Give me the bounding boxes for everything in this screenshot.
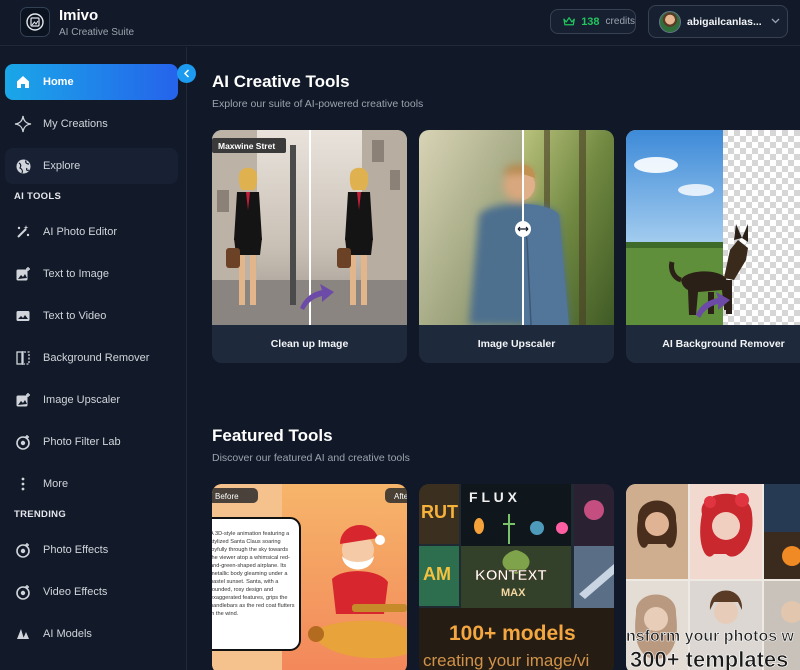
main-content: AI Creative Tools Explore our suite of A… xyxy=(188,47,800,670)
sidebar-item-label: Explore xyxy=(43,160,81,172)
sidebar-item-home[interactable]: Home xyxy=(5,64,178,100)
sidebar-item-label: Image Upscaler xyxy=(43,394,121,406)
templates-headline: nsform your photos w xyxy=(626,628,795,645)
svg-text:AM: AM xyxy=(423,564,451,584)
filter-icon xyxy=(13,582,33,602)
sidebar-item-label: AI Photo Editor xyxy=(43,226,117,238)
chevron-down-icon xyxy=(771,16,780,27)
crown-icon xyxy=(563,17,575,26)
sidebar-item-more[interactable]: More xyxy=(5,466,178,502)
credits-label: credits xyxy=(605,16,635,27)
username: abigailcanlas... xyxy=(687,15,761,28)
sidebar: Home My Creations Explore AI TOOLS AI Ph… xyxy=(0,47,187,670)
section-label-trending: TRENDING xyxy=(14,509,67,520)
max-text: MAX xyxy=(501,587,526,599)
video-icon xyxy=(13,306,33,326)
section-label-ai-tools: AI TOOLS xyxy=(14,191,62,202)
tool-card-clean-up-image[interactable]: Maxwine Stret Clean up Image xyxy=(212,130,407,363)
templates-subtext: 300+ templates xyxy=(630,647,788,670)
globe-icon xyxy=(13,156,33,176)
sidebar-item-label: Video Effects xyxy=(43,586,108,598)
sidebar-item-label: My Creations xyxy=(43,118,108,130)
models-headline: 100+ models xyxy=(449,622,576,645)
sidebar-item-explore[interactable]: Explore xyxy=(5,148,178,184)
top-header: Imivo AI Creative Suite 138 credits abig… xyxy=(0,0,800,46)
sidebar-item-photo-filter-lab[interactable]: Photo Filter Lab xyxy=(5,424,178,460)
app-name[interactable]: Imivo xyxy=(59,7,98,24)
sidebar-item-background-remover[interactable]: Background Remover xyxy=(5,340,178,376)
sidebar-item-my-creations[interactable]: My Creations xyxy=(5,106,178,142)
featured-card-models[interactable]: RUT F L U X AM KONTEXT MAX 100+ models c… xyxy=(419,484,614,670)
tool-card-image-upscaler[interactable]: Image Upscaler xyxy=(419,130,614,363)
sidebar-item-label: Text to Image xyxy=(43,268,110,280)
after-label: After xyxy=(394,492,407,501)
sidebar-item-ai-models[interactable]: AI Models xyxy=(5,616,178,652)
sidebar-item-video-effects[interactable]: Video Effects xyxy=(5,574,178,610)
models-subtext: creating your image/vi xyxy=(423,651,589,670)
filter-icon xyxy=(13,540,33,560)
sidebar-item-label: Text to Video xyxy=(43,310,107,322)
sidebar-item-ai-photo-editor[interactable]: AI Photo Editor xyxy=(5,214,178,250)
tool-card-label: AI Background Remover xyxy=(626,325,800,363)
app-subtitle: AI Creative Suite xyxy=(59,27,135,38)
sidebar-item-label: Photo Effects xyxy=(43,544,109,556)
street-sign-text: Maxwine Stret xyxy=(218,141,275,151)
sidebar-item-label: Home xyxy=(43,76,74,88)
sidebar-item-text-to-video[interactable]: Text to Video xyxy=(5,298,178,334)
image-plus-icon xyxy=(13,390,33,410)
featured-card-templates[interactable]: nsform your photos w 300+ templates xyxy=(626,484,800,670)
sidebar-item-label: Photo Filter Lab xyxy=(43,436,121,448)
section-subtitle-creative: Explore our suite of AI-powered creative… xyxy=(212,98,424,110)
collapse-sidebar-button[interactable] xyxy=(177,64,196,83)
section-subtitle-featured: Discover our featured AI and creative to… xyxy=(212,452,410,464)
user-menu-button[interactable]: abigailcanlas... xyxy=(648,5,788,38)
avatar xyxy=(659,10,681,33)
clean-up-image-preview: Maxwine Stret xyxy=(212,130,407,325)
sparkle-icon xyxy=(13,114,33,134)
flux-text: F L U X xyxy=(469,489,518,505)
background-remover-preview xyxy=(626,130,800,325)
image-plus-icon xyxy=(13,264,33,284)
section-title-featured: Featured Tools xyxy=(212,426,333,445)
split-icon xyxy=(13,348,33,368)
home-icon xyxy=(13,72,33,92)
tool-card-label: Clean up Image xyxy=(212,325,407,363)
sidebar-item-label: Background Remover xyxy=(43,352,150,364)
magic-wand-icon xyxy=(13,222,33,242)
tool-card-ai-background-remover[interactable]: AI Background Remover xyxy=(626,130,800,363)
more-vertical-icon xyxy=(13,474,33,494)
sidebar-item-photo-effects[interactable]: Photo Effects xyxy=(5,532,178,568)
logo-icon[interactable] xyxy=(20,7,50,37)
svg-text:RUT: RUT xyxy=(421,502,458,522)
prompt-text: A 3D-style animation featuring a stylize… xyxy=(212,531,295,617)
section-title-creative: AI Creative Tools xyxy=(212,72,350,91)
credits-badge[interactable]: 138 credits xyxy=(550,9,636,34)
sidebar-item-text-to-image[interactable]: Text to Image xyxy=(5,256,178,292)
before-label: Before xyxy=(215,492,239,501)
tool-card-label: Image Upscaler xyxy=(419,325,614,363)
image-upscaler-preview xyxy=(419,130,614,325)
filter-icon xyxy=(13,432,33,452)
featured-card-before-after[interactable]: Before After A 3D-style animation featur… xyxy=(212,484,407,670)
sidebar-item-label: More xyxy=(43,478,69,490)
kontext-text: KONTEXT xyxy=(475,567,547,584)
layers-icon xyxy=(13,624,33,644)
sidebar-item-image-upscaler[interactable]: Image Upscaler xyxy=(5,382,178,418)
credits-value: 138 xyxy=(581,15,600,28)
chevron-left-icon xyxy=(183,69,189,78)
sidebar-item-label: AI Models xyxy=(43,628,92,640)
